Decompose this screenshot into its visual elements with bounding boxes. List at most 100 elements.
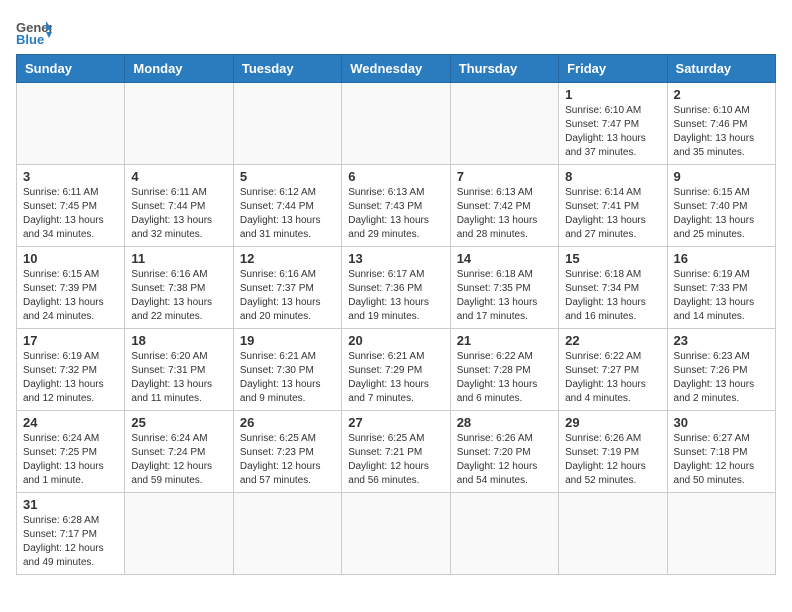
- calendar-cell: 19 Sunrise: 6:21 AM Sunset: 7:30 PM Dayli…: [233, 329, 341, 411]
- day-header-friday: Friday: [559, 55, 667, 83]
- calendar-cell: 28Sunrise: 6:26 AM Sunset: 7:20 PM Dayli…: [450, 411, 558, 493]
- calendar-week-1: 1Sunrise: 6:10 AM Sunset: 7:47 PM Daylig…: [17, 83, 776, 165]
- calendar-cell: 21Sunrise: 6:22 AM Sunset: 7:28 PM Dayli…: [450, 329, 558, 411]
- day-number: 9: [674, 169, 769, 184]
- day-number: 18: [131, 333, 226, 348]
- day-info: Sunrise: 6:14 AM Sunset: 7:41 PM Dayligh…: [565, 186, 660, 242]
- day-info: Sunrise: 6:26 AM Sunset: 7:20 PM Dayligh…: [457, 432, 552, 488]
- calendar-cell: 4Sunrise: 6:11 AM Sunset: 7:44 PM Daylig…: [125, 165, 233, 247]
- calendar-header-row: SundayMondayTuesdayWednesdayThursdayFrid…: [17, 55, 776, 83]
- calendar-cell: 9 Sunrise: 6:15 AM Sunset: 7:40 PM Daylig…: [667, 165, 775, 247]
- day-number: 14: [457, 251, 552, 266]
- day-number: 24: [23, 415, 118, 430]
- calendar-week-3: 10Sunrise: 6:15 AM Sunset: 7:39 PM Dayli…: [17, 247, 776, 329]
- day-number: 6: [348, 169, 443, 184]
- day-number: 10: [23, 251, 118, 266]
- day-info: Sunrise: 6:11 AM Sunset: 7:45 PM Dayligh…: [23, 186, 118, 242]
- calendar-cell: 12 Sunrise: 6:16 AM Sunset: 7:37 PM Dayli…: [233, 247, 341, 329]
- calendar-cell: 25 Sunrise: 6:24 AM Sunset: 7:24 PM Dayli…: [125, 411, 233, 493]
- calendar-cell: 24 Sunrise: 6:24 AM Sunset: 7:25 PM Dayli…: [17, 411, 125, 493]
- calendar-cell: 17 Sunrise: 6:19 AM Sunset: 7:32 PM Dayli…: [17, 329, 125, 411]
- calendar-cell: [450, 83, 558, 165]
- day-info: Sunrise: 6:18 AM Sunset: 7:34 PM Dayligh…: [565, 268, 660, 324]
- day-info: Sunrise: 6:22 AM Sunset: 7:28 PM Dayligh…: [457, 350, 552, 406]
- day-info: Sunrise: 6:19 AM Sunset: 7:32 PM Dayligh…: [23, 350, 118, 406]
- calendar-cell: [125, 493, 233, 575]
- day-number: 2: [674, 87, 769, 102]
- day-info: Sunrise: 6:18 AM Sunset: 7:35 PM Dayligh…: [457, 268, 552, 324]
- calendar-cell: 5 Sunrise: 6:12 AM Sunset: 7:44 PM Daylig…: [233, 165, 341, 247]
- calendar-cell: 16Sunrise: 6:19 AM Sunset: 7:33 PM Dayli…: [667, 247, 775, 329]
- day-number: 19: [240, 333, 335, 348]
- day-info: Sunrise: 6:21 AM Sunset: 7:30 PM Dayligh…: [240, 350, 335, 406]
- day-number: 27: [348, 415, 443, 430]
- calendar-cell: 30Sunrise: 6:27 AM Sunset: 7:18 PM Dayli…: [667, 411, 775, 493]
- day-number: 29: [565, 415, 660, 430]
- calendar-cell: 3 Sunrise: 6:11 AM Sunset: 7:45 PM Daylig…: [17, 165, 125, 247]
- day-info: Sunrise: 6:24 AM Sunset: 7:25 PM Dayligh…: [23, 432, 118, 488]
- day-number: 13: [348, 251, 443, 266]
- day-header-wednesday: Wednesday: [342, 55, 450, 83]
- calendar-week-6: 31 Sunrise: 6:28 AM Sunset: 7:17 PM Dayli…: [17, 493, 776, 575]
- svg-text:Blue: Blue: [16, 32, 44, 46]
- day-number: 3: [23, 169, 118, 184]
- calendar-cell: 1Sunrise: 6:10 AM Sunset: 7:47 PM Daylig…: [559, 83, 667, 165]
- day-info: Sunrise: 6:21 AM Sunset: 7:29 PM Dayligh…: [348, 350, 443, 406]
- day-header-sunday: Sunday: [17, 55, 125, 83]
- calendar-cell: [342, 493, 450, 575]
- day-number: 1: [565, 87, 660, 102]
- calendar-cell: 18 Sunrise: 6:20 AM Sunset: 7:31 PM Dayli…: [125, 329, 233, 411]
- day-info: Sunrise: 6:12 AM Sunset: 7:44 PM Dayligh…: [240, 186, 335, 242]
- day-number: 17: [23, 333, 118, 348]
- day-info: Sunrise: 6:19 AM Sunset: 7:33 PM Dayligh…: [674, 268, 769, 324]
- day-number: 12: [240, 251, 335, 266]
- page-header: General Blue: [16, 16, 776, 46]
- day-info: Sunrise: 6:28 AM Sunset: 7:17 PM Dayligh…: [23, 514, 118, 570]
- calendar-cell: 23 Sunrise: 6:23 AM Sunset: 7:26 PM Dayli…: [667, 329, 775, 411]
- calendar-week-2: 3 Sunrise: 6:11 AM Sunset: 7:45 PM Daylig…: [17, 165, 776, 247]
- day-number: 30: [674, 415, 769, 430]
- day-number: 20: [348, 333, 443, 348]
- day-info: Sunrise: 6:13 AM Sunset: 7:43 PM Dayligh…: [348, 186, 443, 242]
- calendar-cell: 7Sunrise: 6:13 AM Sunset: 7:42 PM Daylig…: [450, 165, 558, 247]
- day-info: Sunrise: 6:10 AM Sunset: 7:46 PM Dayligh…: [674, 104, 769, 160]
- day-info: Sunrise: 6:25 AM Sunset: 7:23 PM Dayligh…: [240, 432, 335, 488]
- calendar-cell: [667, 493, 775, 575]
- calendar-cell: 15Sunrise: 6:18 AM Sunset: 7:34 PM Dayli…: [559, 247, 667, 329]
- day-info: Sunrise: 6:16 AM Sunset: 7:38 PM Dayligh…: [131, 268, 226, 324]
- day-number: 8: [565, 169, 660, 184]
- calendar-week-5: 24 Sunrise: 6:24 AM Sunset: 7:25 PM Dayli…: [17, 411, 776, 493]
- calendar-cell: 8 Sunrise: 6:14 AM Sunset: 7:41 PM Daylig…: [559, 165, 667, 247]
- day-info: Sunrise: 6:16 AM Sunset: 7:37 PM Dayligh…: [240, 268, 335, 324]
- day-info: Sunrise: 6:22 AM Sunset: 7:27 PM Dayligh…: [565, 350, 660, 406]
- calendar-cell: [233, 493, 341, 575]
- day-info: Sunrise: 6:25 AM Sunset: 7:21 PM Dayligh…: [348, 432, 443, 488]
- day-number: 7: [457, 169, 552, 184]
- calendar-cell: [233, 83, 341, 165]
- day-info: Sunrise: 6:24 AM Sunset: 7:24 PM Dayligh…: [131, 432, 226, 488]
- day-number: 31: [23, 497, 118, 512]
- day-info: Sunrise: 6:20 AM Sunset: 7:31 PM Dayligh…: [131, 350, 226, 406]
- day-info: Sunrise: 6:15 AM Sunset: 7:40 PM Dayligh…: [674, 186, 769, 242]
- calendar-body: 1Sunrise: 6:10 AM Sunset: 7:47 PM Daylig…: [17, 83, 776, 575]
- day-number: 25: [131, 415, 226, 430]
- calendar-cell: 31 Sunrise: 6:28 AM Sunset: 7:17 PM Dayli…: [17, 493, 125, 575]
- calendar-cell: [342, 83, 450, 165]
- day-number: 23: [674, 333, 769, 348]
- day-header-thursday: Thursday: [450, 55, 558, 83]
- calendar-cell: 10Sunrise: 6:15 AM Sunset: 7:39 PM Dayli…: [17, 247, 125, 329]
- calendar-table: SundayMondayTuesdayWednesdayThursdayFrid…: [16, 54, 776, 575]
- calendar-cell: [17, 83, 125, 165]
- calendar-cell: 22Sunrise: 6:22 AM Sunset: 7:27 PM Dayli…: [559, 329, 667, 411]
- day-info: Sunrise: 6:11 AM Sunset: 7:44 PM Dayligh…: [131, 186, 226, 242]
- day-number: 11: [131, 251, 226, 266]
- calendar-cell: 29 Sunrise: 6:26 AM Sunset: 7:19 PM Dayli…: [559, 411, 667, 493]
- calendar-cell: 6 Sunrise: 6:13 AM Sunset: 7:43 PM Daylig…: [342, 165, 450, 247]
- day-info: Sunrise: 6:26 AM Sunset: 7:19 PM Dayligh…: [565, 432, 660, 488]
- calendar-cell: 11 Sunrise: 6:16 AM Sunset: 7:38 PM Dayli…: [125, 247, 233, 329]
- calendar-week-4: 17 Sunrise: 6:19 AM Sunset: 7:32 PM Dayli…: [17, 329, 776, 411]
- day-header-monday: Monday: [125, 55, 233, 83]
- day-info: Sunrise: 6:23 AM Sunset: 7:26 PM Dayligh…: [674, 350, 769, 406]
- day-number: 5: [240, 169, 335, 184]
- day-info: Sunrise: 6:17 AM Sunset: 7:36 PM Dayligh…: [348, 268, 443, 324]
